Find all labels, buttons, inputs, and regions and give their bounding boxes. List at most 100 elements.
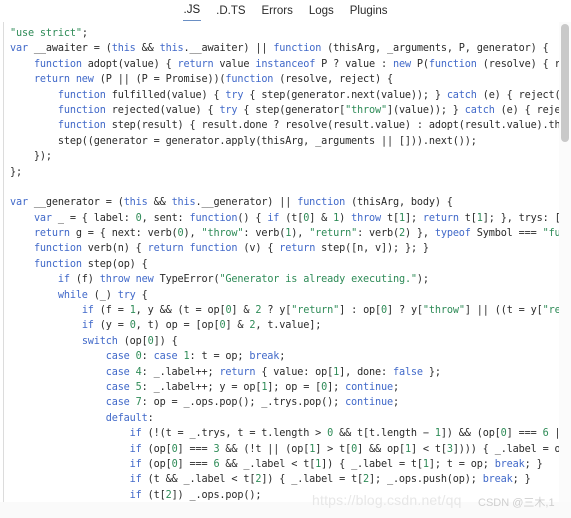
code-token: step(op) { xyxy=(81,258,148,270)
code-token: ]; _.ops.push(op); xyxy=(369,474,483,486)
code-token: function xyxy=(225,74,274,86)
code-token: value xyxy=(213,58,256,70)
scrollbar-thumb[interactable] xyxy=(561,24,569,142)
code-token: , y && (t = op[ xyxy=(135,305,226,317)
code-token: ; xyxy=(279,351,286,363)
code-token: case xyxy=(105,381,130,393)
tab-errors[interactable]: Errors xyxy=(261,4,294,21)
code-line: case 0: case 1: t = op; break; xyxy=(10,349,571,364)
tab-logs-label: Logs xyxy=(308,4,334,17)
code-token: if xyxy=(129,443,142,455)
code-token: if xyxy=(267,212,280,224)
code-line: case 4: _.label++; return { value: op[1]… xyxy=(10,365,571,380)
code-token: if xyxy=(129,428,142,440)
code-token: fulfilled(value) { xyxy=(105,89,226,101)
code-token: (e) { reject(e); } xyxy=(482,89,571,101)
code-token: ; xyxy=(261,505,268,517)
code-token: "throw" xyxy=(345,104,387,116)
code-line: "use strict"; xyxy=(10,26,571,41)
code-token: false xyxy=(392,366,423,378)
code-token: __awaiter = ( xyxy=(27,43,112,55)
code-token: ] : op[ xyxy=(339,305,382,317)
code-token: ] === xyxy=(177,458,214,470)
code-token: ]) { xyxy=(153,335,178,347)
code-token: if xyxy=(81,320,94,332)
code-token: ] || ((t = y[ xyxy=(464,305,543,317)
code-token: g = { next: verb( xyxy=(69,228,178,240)
code-token: ] & xyxy=(225,320,250,332)
code-token: "throw" xyxy=(201,228,244,240)
tab-logs[interactable]: Logs xyxy=(308,4,335,21)
code-token: ; } xyxy=(524,458,543,470)
code-token: ](value)); } xyxy=(386,104,465,116)
code-line: }; xyxy=(10,165,571,180)
editor-scrollbar[interactable] xyxy=(559,22,571,518)
tab-js[interactable]: .JS xyxy=(182,3,202,21)
code-token: (thisArg, body) { xyxy=(345,197,453,209)
code-token: (op[ xyxy=(141,458,172,470)
code-token: step((generator = generator.apply(thisAr… xyxy=(10,135,477,147)
code-token: ]; op = [ xyxy=(267,381,322,393)
code-token: : xyxy=(147,412,154,424)
code-line: return new (P || (P = Promise))(function… xyxy=(10,72,571,87)
code-line: if (y = 0, t) op = [op[0] & 2, t.value]; xyxy=(10,318,571,333)
code-token: break xyxy=(494,458,525,470)
code-token: return xyxy=(147,243,184,255)
code-token: ] & xyxy=(231,305,256,317)
code-token: "use strict" xyxy=(10,28,82,39)
code-token: function xyxy=(57,104,106,116)
code-token: () { xyxy=(237,212,268,224)
code-token: (y = xyxy=(93,320,130,332)
code-line: function adopt(value) { return value ins… xyxy=(10,57,571,72)
code-token: catch xyxy=(464,104,495,116)
code-token: ); xyxy=(416,274,429,286)
code-token: continue xyxy=(345,397,393,409)
code-token: throw xyxy=(99,274,130,286)
code-token: ] < t[ xyxy=(410,443,447,455)
code-token: break xyxy=(249,351,280,363)
code-token: if xyxy=(129,474,142,486)
code-token: this xyxy=(171,197,196,209)
code-token: ; xyxy=(81,28,88,39)
code-token: continue xyxy=(345,381,393,393)
code-content[interactable]: "use strict"; var __awaiter = (this && th… xyxy=(10,26,571,518)
code-token: function xyxy=(57,120,106,132)
code-token: if xyxy=(57,274,70,286)
code-token: && (!t || (op[ xyxy=(219,443,310,455)
code-token: function xyxy=(33,243,82,255)
tab-dts[interactable]: .D.TS xyxy=(215,4,246,21)
tab-dts-label: .D.TS xyxy=(216,4,246,17)
code-editor[interactable]: "use strict"; var __awaiter = (this && th… xyxy=(0,22,571,518)
code-token: return xyxy=(177,58,214,70)
code-token: .__awaiter) || xyxy=(183,43,274,55)
tab-plugins[interactable]: Plugins xyxy=(349,4,389,21)
code-token: && t[t.length − xyxy=(333,428,435,440)
code-token: TypeError( xyxy=(153,274,220,286)
playground-output-window: .JS .D.TS Errors Logs Plugins "use stric… xyxy=(0,0,571,518)
code-token: , t) op = [op[ xyxy=(135,320,220,332)
code-line: if (t[2]) _.ops.pop(); xyxy=(10,488,571,503)
code-token: try xyxy=(225,89,244,101)
code-token: (t && _.label < t[ xyxy=(141,474,256,486)
code-token: switch xyxy=(81,335,118,347)
code-token: throw xyxy=(351,212,382,224)
editor-left-border xyxy=(3,22,4,518)
code-token: adopt(value) { xyxy=(81,58,178,70)
code-token: P( xyxy=(410,58,429,70)
code-token: case xyxy=(153,351,178,363)
code-line: function rejected(value) { try { step(ge… xyxy=(10,103,571,118)
code-token: return xyxy=(33,228,70,240)
code-token: }); xyxy=(10,151,52,163)
code-token: (op[ xyxy=(117,335,148,347)
code-token: (v) { xyxy=(237,243,280,255)
code-token: return xyxy=(33,74,70,86)
